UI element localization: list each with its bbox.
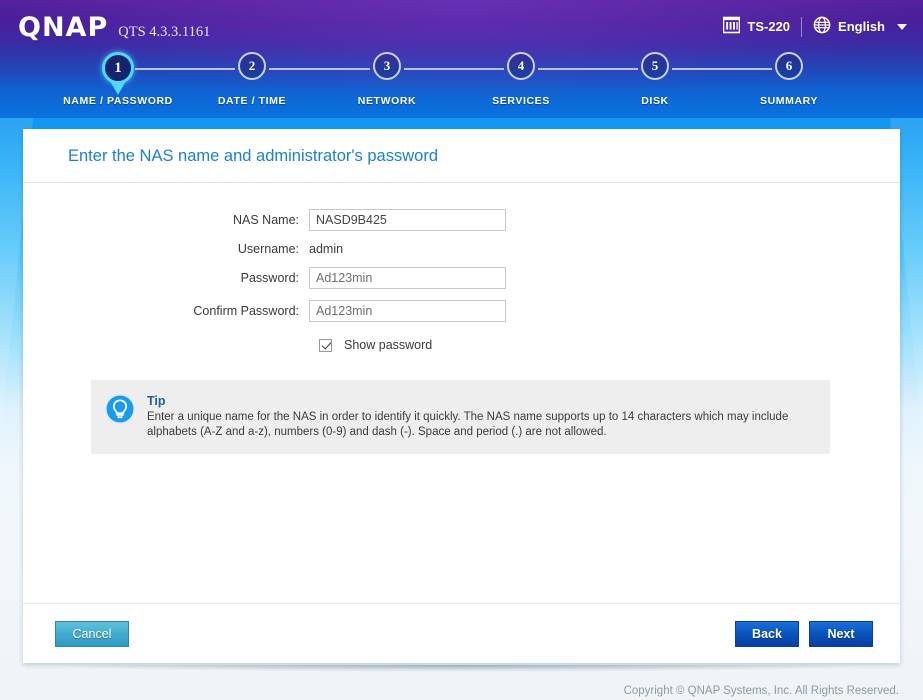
globe-icon [813, 16, 831, 37]
username-label: Username: [237, 242, 299, 256]
setup-form: NAS Name: Username: admin Password: Conf… [23, 183, 900, 454]
step-label: NETWORK [357, 95, 417, 107]
step-label: DATE / TIME [217, 95, 287, 107]
step-label: NAME / PASSWORD [63, 95, 173, 107]
step-number-badge: 6 [775, 52, 803, 80]
nas-device-icon [723, 16, 741, 37]
next-button[interactable]: Next [809, 620, 873, 647]
tip-title: Tip [147, 394, 166, 408]
step-number-badge: 1 [102, 52, 134, 84]
header-right-controls: TS-220 English [723, 16, 907, 37]
show-password-checkbox[interactable] [319, 338, 332, 352]
confirm-password-label: Confirm Password: [193, 304, 299, 318]
nas-name-label: NAS Name: [233, 213, 299, 227]
step-label: DISK [641, 95, 669, 107]
nas-model-label: TS-220 [747, 19, 791, 34]
step-number-badge: 5 [641, 52, 669, 80]
lightbulb-icon [105, 394, 139, 440]
form-row-username: Username: admin [23, 242, 900, 256]
nas-name-input[interactable] [309, 209, 506, 231]
step-4[interactable]: 4 SERVICES [456, 52, 586, 107]
app-header: QNAP QTS 4.3.3.1161 TS-220 English 1 NAM… [0, 0, 923, 118]
qts-version-label: QTS 4.3.3.1161 [118, 24, 211, 40]
copyright-footer: Copyright © QNAP Systems, Inc. All Right… [623, 685, 899, 697]
password-label: Password: [240, 271, 299, 285]
setup-step-indicator: 1 NAME / PASSWORD 2 DATE / TIME 3 NETWORK 4 SER… [0, 52, 923, 114]
language-selector[interactable]: English [813, 16, 907, 37]
panel-drop-shadow [60, 665, 860, 672]
step-number-badge: 3 [373, 52, 401, 80]
step-2[interactable]: 2 DATE / TIME [187, 52, 317, 107]
show-password-row: Show password [23, 338, 900, 352]
tip-box: Tip Enter a unique name for the NAS in o… [91, 380, 830, 454]
step-label: SUMMARY [759, 95, 819, 107]
password-input[interactable] [309, 267, 506, 289]
header-divider [801, 16, 803, 37]
cancel-button[interactable]: Cancel [55, 620, 129, 647]
page-title: Enter the NAS name and administrator's p… [23, 129, 900, 183]
main-panel: Enter the NAS name and administrator's p… [23, 129, 900, 663]
tip-body: Enter a unique name for the NAS in order… [147, 411, 789, 438]
step-5[interactable]: 5 DISK [590, 52, 720, 107]
form-row-password: Password: [23, 267, 900, 289]
show-password-label[interactable]: Show password [344, 338, 432, 352]
nas-model-indicator: TS-220 [723, 16, 790, 37]
step-1[interactable]: 1 NAME / PASSWORD [53, 52, 183, 107]
confirm-password-input[interactable] [309, 300, 506, 322]
step-6[interactable]: 6 SUMMARY [724, 52, 854, 107]
step-number-badge: 2 [238, 52, 266, 80]
step-3[interactable]: 3 NETWORK [322, 52, 452, 107]
form-row-confirm-password: Confirm Password: [23, 300, 900, 322]
step-label: SERVICES [492, 95, 550, 107]
username-value: admin [309, 242, 344, 256]
qnap-logo: QNAP [18, 12, 109, 43]
back-button[interactable]: Back [735, 620, 799, 647]
chevron-down-icon[interactable] [897, 23, 907, 30]
form-row-nas-name: NAS Name: [23, 209, 900, 231]
language-label: English [838, 19, 885, 34]
brand: QNAP QTS 4.3.3.1161 [18, 14, 210, 41]
panel-footer: Cancel Back Next [23, 603, 900, 663]
step-number-badge: 4 [507, 52, 535, 80]
